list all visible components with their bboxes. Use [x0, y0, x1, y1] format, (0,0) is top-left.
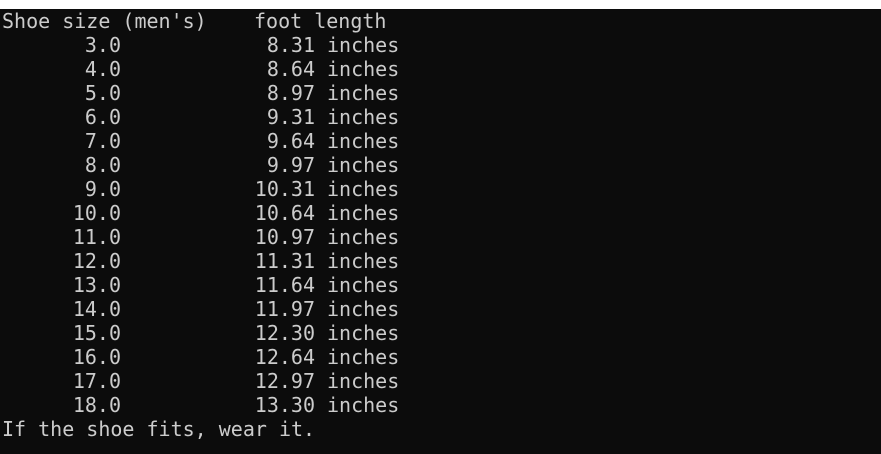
- table-row: 11.0 10.97 inches: [0, 225, 881, 249]
- unit-label: inches: [327, 81, 400, 105]
- unit-label: inches: [327, 177, 400, 201]
- table-header: Shoe size (men's) foot length: [0, 9, 881, 33]
- foot-length-value: 9.31: [266, 105, 315, 129]
- table-rows: 3.0 8.31 inches 4.0 8.64 inches 5.0 8.97 inches 6…: [0, 33, 881, 417]
- unit-label: inches: [327, 153, 400, 177]
- unit-label: inches: [327, 345, 400, 369]
- foot-length-value: 12.64: [254, 345, 315, 369]
- foot-length-value: 12.97: [254, 369, 315, 393]
- shoe-size-value: 4.0: [84, 57, 121, 81]
- unit-label: inches: [327, 201, 400, 225]
- shoe-size-value: 17.0: [72, 369, 121, 393]
- unit-label: inches: [327, 249, 400, 273]
- shoe-size-value: 3.0: [84, 33, 121, 57]
- table-row: 10.0 10.64 inches: [0, 201, 881, 225]
- foot-length-value: 13.30: [254, 393, 315, 417]
- shoe-size-value: 12.0: [72, 249, 121, 273]
- shoe-size-value: 11.0: [72, 225, 121, 249]
- unit-label: inches: [327, 225, 400, 249]
- table-row: 15.0 12.30 inches: [0, 321, 881, 345]
- unit-label: inches: [327, 393, 400, 417]
- table-row: 4.0 8.64 inches: [0, 57, 881, 81]
- foot-length-value: 11.31: [254, 249, 315, 273]
- footer-line: If the shoe fits, wear it.: [0, 417, 881, 441]
- table-row: 13.0 11.64 inches: [0, 273, 881, 297]
- foot-length-value: 9.64: [266, 129, 315, 153]
- footer-message: If the shoe fits, wear it.: [2, 417, 316, 441]
- foot-length-value: 9.97: [266, 153, 315, 177]
- unit-label: inches: [327, 321, 400, 345]
- unit-label: inches: [327, 57, 400, 81]
- shoe-size-value: 13.0: [72, 273, 121, 297]
- foot-length-header: foot length: [254, 9, 387, 33]
- unit-label: inches: [327, 33, 400, 57]
- shoe-size-value: 9.0: [84, 177, 121, 201]
- foot-length-value: 11.97: [254, 297, 315, 321]
- unit-label: inches: [327, 105, 400, 129]
- shoe-size-value: 16.0: [72, 345, 121, 369]
- table-row: 5.0 8.97 inches: [0, 81, 881, 105]
- table-row: 14.0 11.97 inches: [0, 297, 881, 321]
- shoe-size-value: 10.0: [72, 201, 121, 225]
- shoe-size-value: 7.0: [84, 129, 121, 153]
- foot-length-value: 11.64: [254, 273, 315, 297]
- shoe-size-header: Shoe size (men's): [2, 9, 207, 33]
- shoe-size-value: 14.0: [72, 297, 121, 321]
- foot-length-value: 8.97: [266, 81, 315, 105]
- unit-label: inches: [327, 297, 400, 321]
- unit-label: inches: [327, 273, 400, 297]
- foot-length-value: 10.97: [254, 225, 315, 249]
- foot-length-value: 10.31: [254, 177, 315, 201]
- shoe-size-value: 15.0: [72, 321, 121, 345]
- table-row: 16.0 12.64 inches: [0, 345, 881, 369]
- table-row: 7.0 9.64 inches: [0, 129, 881, 153]
- shoe-size-value: 6.0: [84, 105, 121, 129]
- foot-length-value: 12.30: [254, 321, 315, 345]
- unit-label: inches: [327, 129, 400, 153]
- unit-label: inches: [327, 369, 400, 393]
- foot-length-value: 8.31: [266, 33, 315, 57]
- table-row: 6.0 9.31 inches: [0, 105, 881, 129]
- table-row: 17.0 12.97 inches: [0, 369, 881, 393]
- table-row: 9.0 10.31 inches: [0, 177, 881, 201]
- shoe-size-value: 5.0: [84, 81, 121, 105]
- table-row: 3.0 8.31 inches: [0, 33, 881, 57]
- table-row: 18.0 13.30 inches: [0, 393, 881, 417]
- foot-length-value: 10.64: [254, 201, 315, 225]
- console-output[interactable]: Shoe size (men's) foot length 3.0 8.31 inc…: [0, 9, 881, 454]
- shoe-size-value: 18.0: [72, 393, 121, 417]
- table-row: 12.0 11.31 inches: [0, 249, 881, 273]
- shoe-size-value: 8.0: [84, 153, 121, 177]
- table-row: 8.0 9.97 inches: [0, 153, 881, 177]
- foot-length-value: 8.64: [266, 57, 315, 81]
